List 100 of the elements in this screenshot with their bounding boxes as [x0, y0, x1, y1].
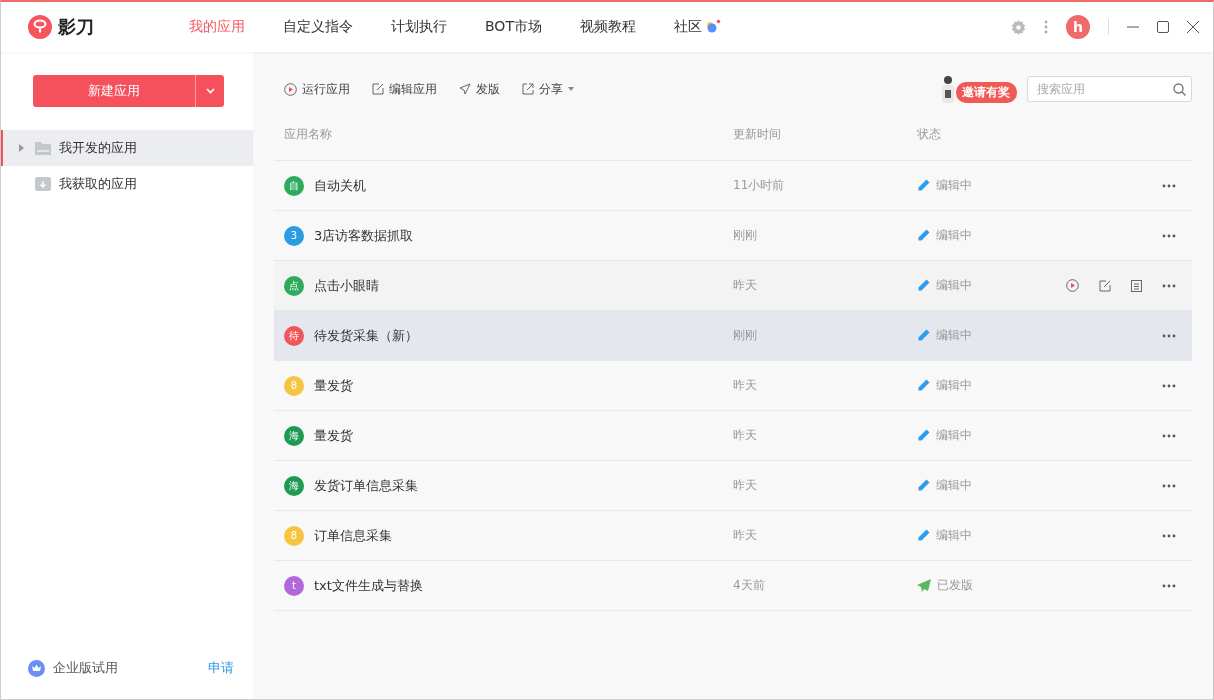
status-text: 编辑中: [936, 477, 972, 494]
edit-icon: [372, 83, 384, 95]
download-box-icon: [35, 177, 51, 191]
send-icon: [459, 83, 471, 95]
more-button[interactable]: [1162, 233, 1176, 238]
nav-tab[interactable]: 视频教程: [560, 18, 655, 36]
edit-icon: [1099, 279, 1111, 292]
share-icon: [522, 83, 534, 95]
more-horizontal-icon: [1162, 483, 1176, 488]
sidebar-label: 我开发的应用: [59, 139, 137, 157]
pencil-icon: [917, 379, 930, 392]
app-name-cell: 量发货: [314, 426, 353, 445]
app-name-cell: 3店访客数据抓取: [314, 226, 414, 245]
update-time-cell-text: 4天前: [733, 577, 766, 594]
sidebar-item[interactable]: 我获取的应用: [1, 166, 253, 202]
app-name-cell: 自动关机: [314, 176, 366, 195]
app-name-cell: 点击小眼睛: [314, 276, 379, 295]
status-text: 编辑中: [936, 277, 972, 294]
caret-down-icon: [568, 87, 574, 91]
pencil-icon: [917, 329, 930, 342]
app-initial-icon: t: [284, 575, 304, 596]
more-button[interactable]: [1162, 483, 1176, 488]
edit-button[interactable]: [1099, 279, 1111, 292]
update-time-cell-text: 昨天: [733, 277, 758, 294]
run-button[interactable]: [1066, 279, 1079, 292]
status-text: 编辑中: [936, 527, 972, 544]
more-button[interactable]: [1162, 533, 1176, 538]
sidebar-item[interactable]: 我开发的应用: [1, 130, 253, 166]
pencil-icon: [917, 529, 930, 542]
app-row[interactable]: 点 点击小眼睛 昨天 编辑中: [274, 261, 1192, 311]
log-button[interactable]: [1131, 279, 1142, 292]
caret-icon: [19, 144, 24, 152]
nav-tab[interactable]: 社区: [654, 18, 740, 36]
logo-icon: [28, 15, 52, 39]
update-time-cell-text: 刚刚: [733, 327, 758, 344]
app-name-cell: txt文件生成与替换: [314, 576, 423, 595]
toolbar-button[interactable]: 编辑应用: [372, 80, 437, 98]
app-name: 影刀: [58, 15, 94, 39]
app-name-cell: 量发货: [314, 376, 353, 395]
update-time-cell-text: 昨天: [733, 527, 758, 544]
more-button[interactable]: [1162, 183, 1176, 188]
app-initial-icon: 8: [284, 525, 304, 546]
status-text: 编辑中: [936, 327, 972, 344]
more-horizontal-icon: [1162, 583, 1176, 588]
search-field[interactable]: 搜索应用: [1027, 76, 1192, 102]
more-button[interactable]: [1162, 383, 1176, 388]
more-horizontal-icon: [1162, 283, 1176, 288]
toolbar-button[interactable]: 运行应用: [284, 80, 350, 98]
app-name-cell: 订单信息采集: [314, 526, 392, 545]
toolbar-button[interactable]: 发版: [459, 80, 500, 98]
update-time-cell-text: 刚刚: [733, 227, 758, 244]
app-initial-icon: 自: [284, 175, 304, 196]
app-initial-icon: 待: [284, 325, 304, 346]
nav-tab[interactable]: 计划执行: [372, 18, 466, 36]
nav-tab[interactable]: 自定义指令: [264, 18, 372, 36]
more-button[interactable]: [1162, 433, 1176, 438]
toolbar-button[interactable]: 分享: [522, 80, 574, 98]
app-row[interactable]: 8 订单信息采集 昨天 编辑中: [274, 511, 1192, 561]
app-initial-icon: 8: [284, 375, 304, 396]
document-icon: [1131, 279, 1142, 292]
status-text: 编辑中: [936, 227, 972, 244]
nav-tab[interactable]: BOT市场: [466, 18, 561, 36]
more-horizontal-icon: [1162, 183, 1176, 188]
update-time-cell-text: 昨天: [733, 477, 758, 494]
app-initial-icon: 3: [284, 225, 304, 246]
app-row[interactable]: 待 待发货采集（新） 刚刚 编辑中: [274, 311, 1192, 361]
app-initial-icon: 海: [284, 425, 304, 446]
status-text: 已发版: [937, 577, 973, 594]
more-button[interactable]: [1162, 283, 1176, 288]
crown-icon: [28, 659, 45, 677]
app-row[interactable]: 自 自动关机 11小时前 编辑中: [274, 161, 1192, 211]
more-horizontal-icon: [1162, 233, 1176, 238]
folder-icon: [35, 141, 51, 155]
app-row[interactable]: 海 量发货 昨天 编辑中: [274, 411, 1192, 461]
chevron-down-icon: [205, 88, 215, 94]
more-horizontal-icon: [1162, 383, 1176, 388]
column-header: 更新时间: [733, 126, 782, 143]
sidebar-label: 我获取的应用: [59, 175, 137, 193]
app-row[interactable]: t txt文件生成与替换 4天前 已发版: [274, 561, 1192, 611]
close-icon[interactable]: [1187, 21, 1199, 33]
search-icon: [1173, 82, 1186, 96]
pencil-icon: [917, 279, 930, 292]
app-initial-icon: 海: [284, 475, 304, 496]
pencil-icon: [917, 229, 930, 242]
play-circle-icon: [284, 82, 297, 96]
play-circle-icon: [1066, 279, 1079, 292]
column-header: 状态: [917, 126, 942, 143]
maximize-icon[interactable]: [1157, 21, 1169, 33]
app-row[interactable]: 海 发货订单信息采集 昨天 编辑中: [274, 461, 1192, 511]
pencil-icon: [917, 429, 930, 442]
app-row[interactable]: 8 量发货 昨天 编辑中: [274, 361, 1192, 411]
update-time-cell-text: 昨天: [733, 427, 758, 444]
more-button[interactable]: [1162, 333, 1176, 338]
update-time-cell-text: 昨天: [733, 377, 758, 394]
more-horizontal-icon: [1162, 333, 1176, 338]
pencil-icon: [917, 179, 930, 192]
more-horizontal-icon: [1162, 433, 1176, 438]
more-button[interactable]: [1162, 583, 1176, 588]
community-badge-icon: [704, 19, 721, 35]
pencil-icon: [917, 479, 930, 492]
